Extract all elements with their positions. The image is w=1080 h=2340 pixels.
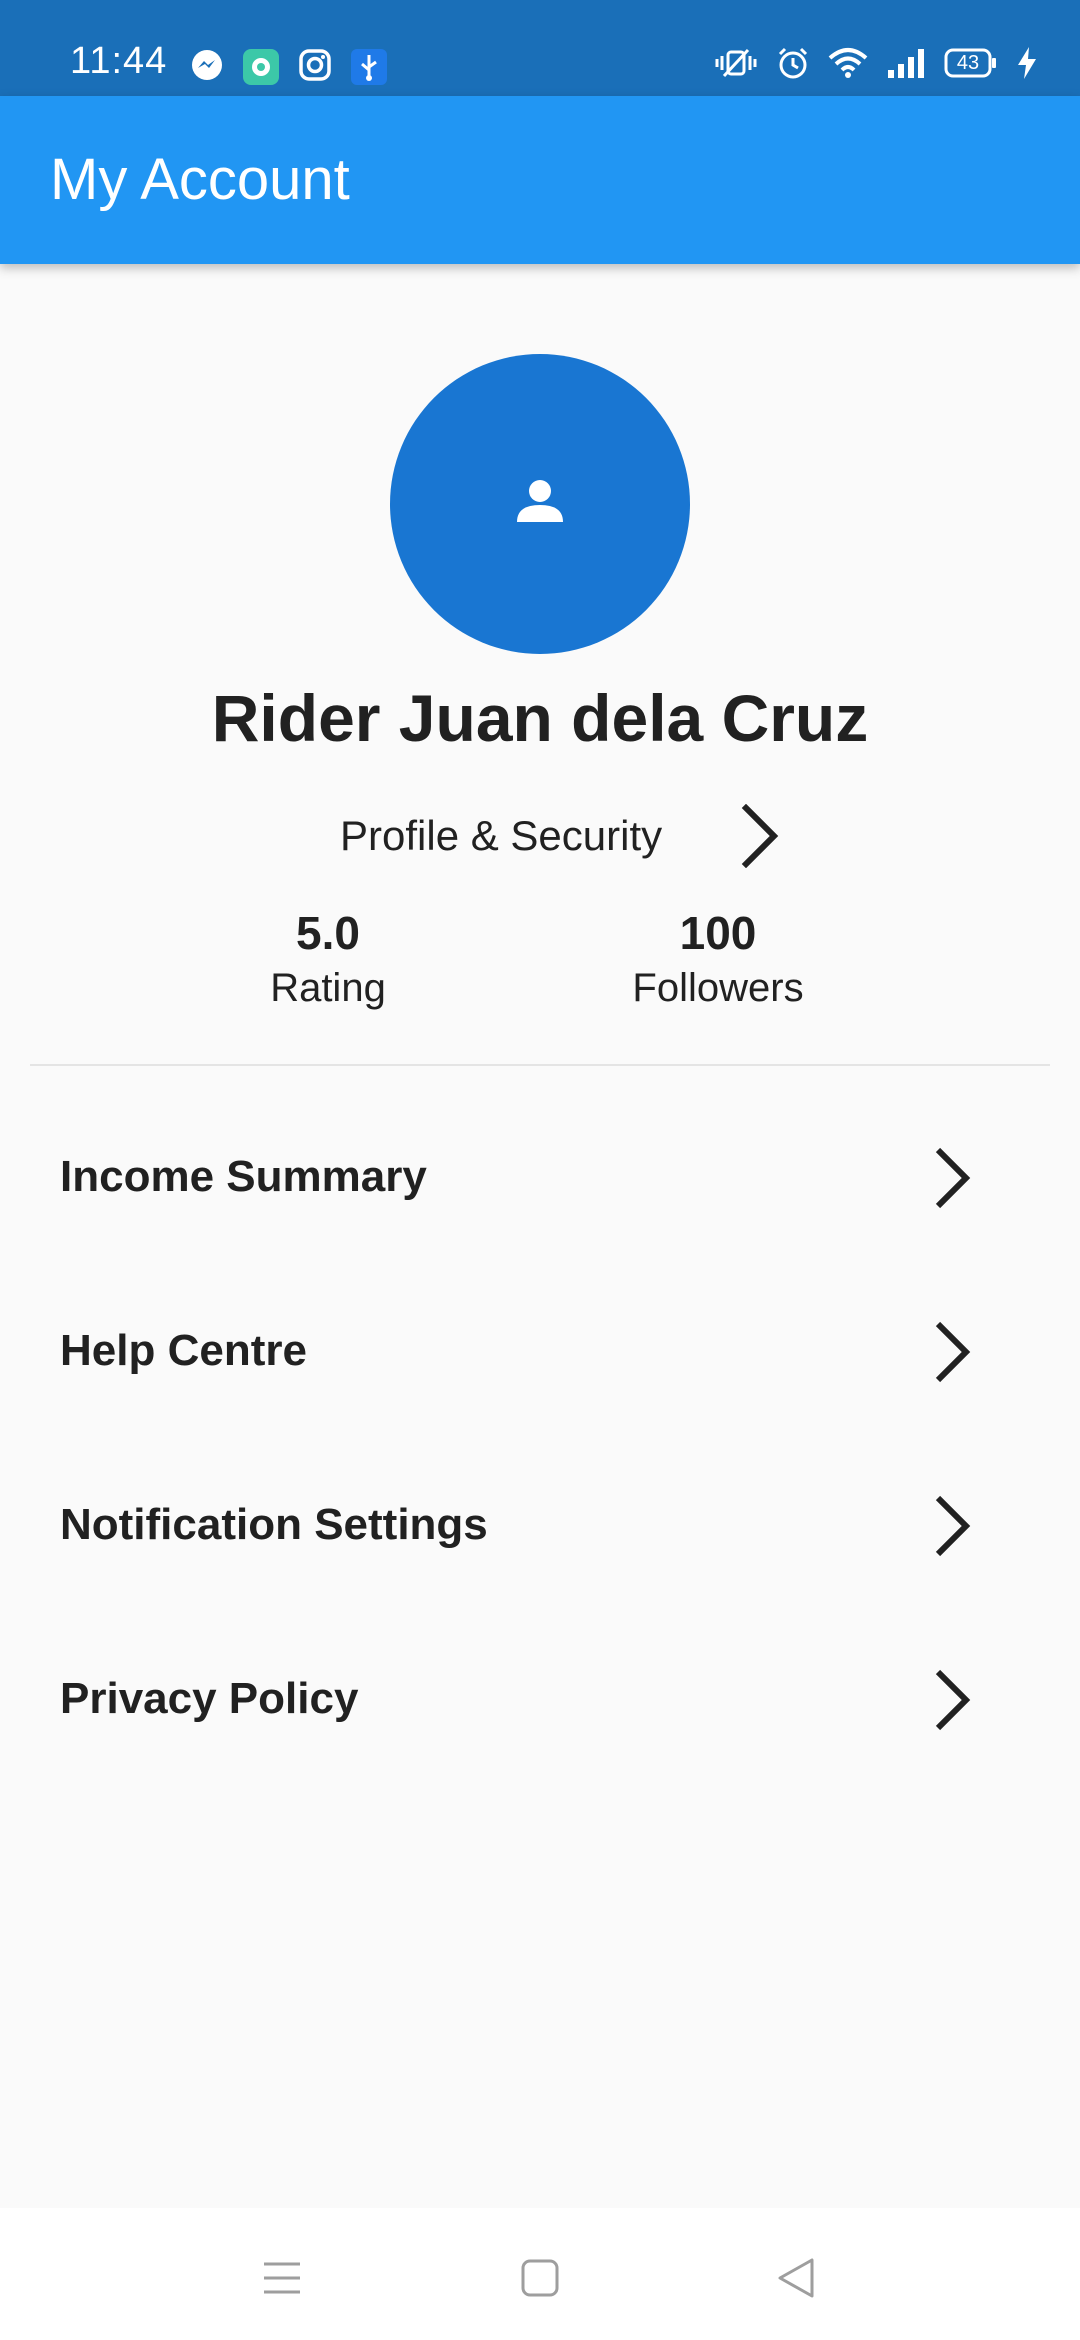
rating-value: 5.0 xyxy=(296,907,360,959)
signal-icon xyxy=(886,46,926,80)
chevron-right-icon xyxy=(740,803,780,873)
system-icons: 43 xyxy=(714,46,1038,80)
chat-app-icon xyxy=(242,48,280,86)
account-menu: Income Summary Help Centre Notification … xyxy=(0,1090,1080,1786)
menu-item-notification-settings[interactable]: Notification Settings xyxy=(0,1438,1080,1612)
chevron-right-icon xyxy=(932,1668,972,1737)
status-time: 11:44 xyxy=(70,40,168,82)
wifi-icon xyxy=(828,46,868,80)
menu-item-privacy-policy[interactable]: Privacy Policy xyxy=(0,1612,1080,1786)
avatar[interactable] xyxy=(390,354,690,654)
rating-stat: 5.0 Rating xyxy=(178,904,478,1014)
followers-stat: 100 Followers xyxy=(568,904,868,1014)
menu-item-label: Notification Settings xyxy=(60,1500,488,1549)
battery-icon: 43 xyxy=(944,48,998,78)
charging-icon xyxy=(1016,46,1038,80)
stats: 5.0 Rating 100 Followers xyxy=(0,904,1080,1024)
alarm-icon xyxy=(776,46,810,80)
home-icon[interactable] xyxy=(510,2248,570,2308)
user-name: Rider Juan dela Cruz xyxy=(211,681,869,755)
chevron-right-icon xyxy=(932,1494,972,1563)
menu-item-income-summary[interactable]: Income Summary xyxy=(0,1090,1080,1264)
back-icon[interactable] xyxy=(766,2248,826,2308)
recents-icon[interactable] xyxy=(252,2248,312,2308)
notification-icons xyxy=(190,48,388,86)
usb-icon xyxy=(350,48,388,86)
followers-label: Followers xyxy=(632,966,804,1010)
chevron-right-icon xyxy=(932,1320,972,1389)
menu-item-label: Income Summary xyxy=(60,1152,427,1201)
rating-label: Rating xyxy=(270,966,386,1010)
battery-level: 43 xyxy=(956,52,980,74)
person-icon xyxy=(514,476,566,533)
divider xyxy=(30,1064,1050,1066)
menu-item-help-centre[interactable]: Help Centre xyxy=(0,1264,1080,1438)
menu-item-label: Help Centre xyxy=(60,1326,307,1375)
profile-security-label: Profile & Security xyxy=(340,812,663,859)
instagram-icon xyxy=(298,48,332,86)
app-bar: My Account xyxy=(0,96,1080,264)
followers-value: 100 xyxy=(679,907,757,959)
system-nav-bar xyxy=(0,2208,1080,2340)
profile-security-link[interactable]: Profile & Security xyxy=(340,796,780,876)
vibrate-icon xyxy=(714,46,758,80)
messenger-icon xyxy=(190,48,224,86)
status-bar: 11:44 43 xyxy=(0,0,1080,96)
page-title: My Account xyxy=(50,147,350,212)
chevron-right-icon xyxy=(932,1146,972,1215)
menu-item-label: Privacy Policy xyxy=(60,1674,359,1723)
